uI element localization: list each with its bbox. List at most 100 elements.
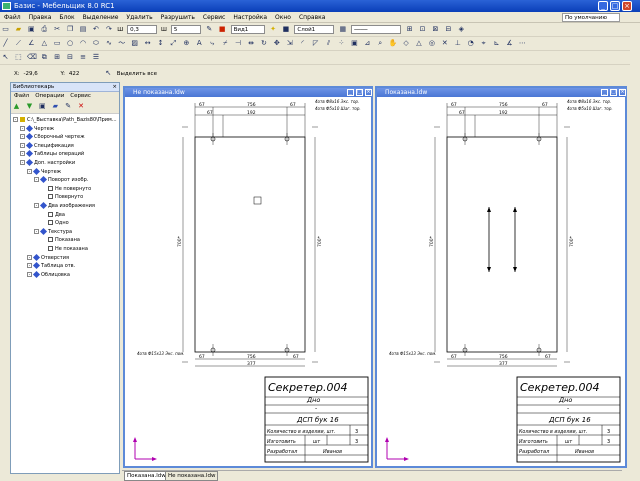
- snap-icon-1[interactable]: ⊞: [405, 25, 414, 34]
- tree-item[interactable]: - Таблица отв.: [27, 262, 75, 270]
- menu-delete[interactable]: Удалить: [122, 12, 156, 23]
- tree-item[interactable]: - Чертеж: [20, 124, 54, 133]
- polar-icon[interactable]: ∡: [505, 39, 514, 48]
- expand-toggle-icon[interactable]: -: [20, 134, 25, 140]
- mirror-icon[interactable]: ⇹: [247, 39, 256, 48]
- view-select[interactable]: Вид1: [230, 25, 265, 34]
- maximize-button[interactable]: □: [610, 1, 620, 11]
- tree-item[interactable]: - Отверстия: [27, 253, 69, 262]
- angle-icon[interactable]: ∠: [27, 39, 36, 48]
- color-icon[interactable]: ■: [218, 25, 227, 34]
- scale-icon[interactable]: ⇲: [285, 39, 294, 48]
- triangle-icon[interactable]: △: [40, 39, 49, 48]
- snap-icon-2[interactable]: ⊡: [418, 25, 427, 34]
- copy-icon[interactable]: ❐: [66, 25, 75, 34]
- erase-icon[interactable]: ⌫: [27, 53, 37, 62]
- layer-select[interactable]: Слой1: [294, 25, 335, 34]
- menu-help[interactable]: Справка: [295, 12, 329, 23]
- pointer-icon[interactable]: ↖: [1, 53, 10, 62]
- line-type-select[interactable]: 5: [170, 25, 201, 34]
- track-icon[interactable]: ⋯: [518, 39, 527, 48]
- layers-icon[interactable]: ≡: [79, 53, 88, 62]
- polyline-icon[interactable]: ⟋: [14, 39, 23, 48]
- tree-item[interactable]: - Таблицы операций: [20, 150, 84, 158]
- save-icon[interactable]: ▣: [27, 25, 36, 34]
- checkbox-icon[interactable]: [48, 211, 53, 217]
- expand-toggle-icon[interactable]: -: [34, 177, 39, 183]
- snap-perp-icon[interactable]: ⊥: [453, 39, 462, 48]
- spline-icon[interactable]: 〜: [117, 39, 126, 48]
- doc2-min-button[interactable]: _: [601, 89, 608, 96]
- menu-service[interactable]: Сервис: [199, 12, 229, 23]
- extend-icon[interactable]: ⊣: [234, 39, 243, 48]
- panel-close-icon[interactable]: ×: [112, 83, 117, 92]
- array-icon[interactable]: ⁘: [337, 39, 346, 48]
- select-all-icon[interactable]: ↖: [104, 69, 113, 78]
- undo-icon[interactable]: ↶: [91, 25, 100, 34]
- tree-item[interactable]: - Спецификация: [20, 141, 74, 150]
- doc-max-button[interactable]: □: [356, 89, 363, 96]
- tree-item[interactable]: Одно: [41, 219, 69, 227]
- minimize-button[interactable]: _: [598, 1, 608, 11]
- leader-icon[interactable]: ⤷: [208, 39, 217, 48]
- snap-mid-icon[interactable]: △: [415, 39, 424, 48]
- expand-toggle-icon[interactable]: -: [27, 254, 32, 260]
- lib-edit-icon[interactable]: ✎: [64, 102, 73, 111]
- rotate-icon[interactable]: ↻: [259, 39, 268, 48]
- library-menu-file[interactable]: Файл: [14, 93, 29, 99]
- grid-icon[interactable]: ▦: [338, 25, 347, 34]
- dim-icon-1[interactable]: ↔: [143, 39, 152, 48]
- tree-item[interactable]: Два: [41, 211, 65, 219]
- chamfer-icon[interactable]: ◸: [311, 39, 320, 48]
- pen-icon[interactable]: ✎: [205, 25, 214, 34]
- bulb-icon[interactable]: ✦: [269, 25, 278, 34]
- tree-item[interactable]: Показана: [41, 236, 80, 244]
- doc-close-button[interactable]: ×: [365, 89, 372, 96]
- library-menu-service[interactable]: Сервис: [70, 93, 91, 99]
- trim-icon[interactable]: ⌿: [221, 39, 230, 48]
- snap-int-icon[interactable]: ✕: [440, 39, 449, 48]
- props-icon[interactable]: ☰: [91, 53, 100, 62]
- snap-icon-5[interactable]: ◈: [457, 25, 466, 34]
- expand-toggle-icon[interactable]: -: [20, 151, 25, 157]
- move-icon[interactable]: ✥: [272, 39, 281, 48]
- dim-icon-4[interactable]: ⊕: [182, 39, 191, 48]
- pan-icon[interactable]: ✋: [389, 39, 398, 48]
- snap-end-icon[interactable]: ◇: [402, 39, 411, 48]
- expand-toggle-icon[interactable]: -: [34, 228, 39, 234]
- checkbox-icon[interactable]: [48, 246, 53, 251]
- menu-selection[interactable]: Выделение: [79, 12, 123, 23]
- expand-toggle-icon[interactable]: -: [20, 160, 25, 165]
- arrow-up-icon[interactable]: ▲: [12, 102, 21, 111]
- arrow-down-icon[interactable]: ▼: [25, 102, 34, 111]
- lib-folder-icon[interactable]: ▰: [51, 102, 60, 111]
- checkbox-icon[interactable]: [48, 237, 53, 243]
- tree-item[interactable]: - Облицовка: [27, 270, 70, 279]
- checkbox-icon[interactable]: [48, 194, 53, 200]
- zoom-icon[interactable]: ⌕: [376, 39, 385, 48]
- menu-file[interactable]: Файл: [0, 12, 25, 23]
- black-color-icon[interactable]: ■: [281, 25, 290, 34]
- checkbox-icon[interactable]: [48, 185, 53, 191]
- tree-item[interactable]: - C:\_Выставка\Path_Bazis80\Прим...: [13, 116, 117, 124]
- print-icon[interactable]: ⎙: [40, 25, 49, 34]
- lib-delete-icon[interactable]: ✕: [77, 102, 86, 111]
- redo-icon[interactable]: ↷: [104, 25, 113, 34]
- drawing-canvas-hidden[interactable]: 67 756 67 192 67 4отв Ф8х16 Экс. тор. 4отв Ф5х…: [125, 97, 371, 466]
- offset-icon[interactable]: ⫽: [324, 39, 333, 48]
- copy-obj-icon[interactable]: ⧉: [40, 53, 49, 62]
- snap-near-icon[interactable]: ⌖: [479, 39, 488, 48]
- line-width-select[interactable]: 0,3: [127, 25, 158, 34]
- menu-settings[interactable]: Настройка: [229, 12, 271, 23]
- tree-item[interactable]: - Текстура: [34, 227, 72, 236]
- rect-icon[interactable]: ▭: [53, 39, 62, 48]
- line-icon[interactable]: ╱: [1, 39, 10, 48]
- library-menu-operations[interactable]: Операции: [35, 93, 64, 99]
- tree-item[interactable]: Не показана: [41, 245, 88, 253]
- curve-icon[interactable]: ∿: [104, 39, 113, 48]
- dim-icon-3[interactable]: ⤢: [169, 39, 178, 48]
- new-doc-icon[interactable]: ▭: [1, 25, 10, 34]
- doc2-max-button[interactable]: □: [610, 89, 617, 96]
- tree-item[interactable]: - Поворот изобр.: [34, 176, 88, 184]
- menu-edit[interactable]: Правка: [25, 12, 56, 23]
